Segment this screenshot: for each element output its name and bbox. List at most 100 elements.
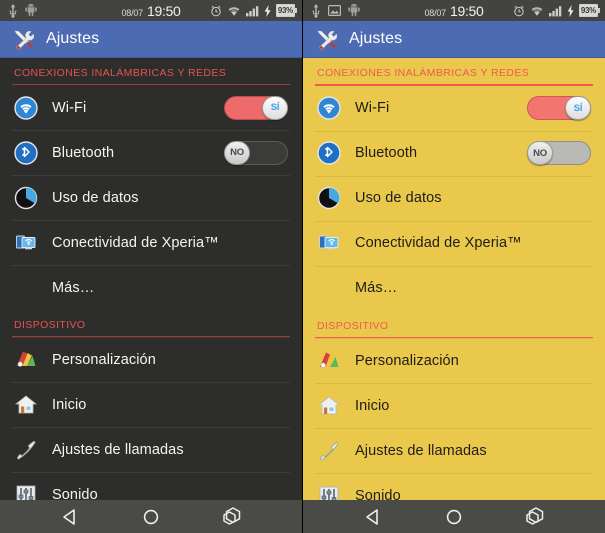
wifi-icon: [227, 5, 241, 17]
charging-bolt-icon: [264, 4, 271, 17]
toggle-thumb: NO: [224, 140, 250, 165]
status-bar-left-icons: [307, 3, 360, 18]
toggle-thumb: SÍ: [565, 96, 591, 120]
alarm-clock-icon: [513, 5, 525, 17]
settings-row-xperia-connectivity[interactable]: Conectividad de Xperia™: [303, 220, 605, 266]
settings-row-label: Wi-Fi: [52, 99, 87, 116]
settings-row-wifi[interactable]: Wi-Fi SÍ: [0, 85, 302, 130]
bluetooth-toggle[interactable]: NO: [224, 140, 288, 165]
data-usage-pie-icon: [14, 186, 38, 210]
status-bar-date: 08/07: [424, 7, 446, 18]
toggle-thumb: NO: [527, 141, 553, 165]
settings-list: CONEXIONES INALÁMBRICAS Y REDES Wi-Fi SÍ…: [303, 58, 605, 533]
back-button[interactable]: [50, 504, 90, 530]
signal-bars-icon: [245, 5, 259, 17]
usb-icon: [311, 3, 321, 18]
title-bar: Ajustes: [0, 21, 302, 58]
signal-bars-icon: [548, 5, 562, 17]
tools-wrench-screwdriver-icon: [12, 28, 35, 51]
panel-divider: [302, 0, 303, 533]
status-bar-date: 08/07: [121, 7, 143, 18]
home-house-icon: [14, 393, 38, 417]
settings-row-bluetooth[interactable]: Bluetooth NO: [303, 130, 605, 176]
settings-row-label: Uso de datos: [52, 189, 139, 206]
recents-button[interactable]: [212, 504, 252, 530]
tools-wrench-screwdriver-icon: [315, 28, 338, 51]
wifi-icon: [14, 95, 38, 120]
data-usage-pie-icon: [317, 186, 341, 210]
wifi-toggle[interactable]: SÍ: [224, 95, 288, 120]
settings-row-call-settings[interactable]: Ajustes de llamadas: [0, 427, 302, 472]
settings-row-label: Inicio: [52, 396, 87, 413]
xperia-connectivity-monitor-icon: [317, 231, 341, 255]
settings-row-call-settings[interactable]: Ajustes de llamadas: [303, 428, 605, 473]
settings-row-label: Conectividad de Xperia™: [355, 235, 522, 251]
status-bar: 08/07 19:50 93%: [0, 0, 302, 21]
section-header-device: DISPOSITIVO: [317, 319, 389, 332]
title-bar: Ajustes: [303, 21, 605, 58]
settings-row-label: Bluetooth: [52, 144, 115, 161]
section-header-wireless: CONEXIONES INALÁMBRICAS Y REDES: [14, 67, 227, 79]
settings-row-label: Más…: [355, 280, 398, 296]
settings-row-bluetooth[interactable]: Bluetooth NO: [0, 130, 302, 175]
settings-row-more[interactable]: Más…: [303, 265, 605, 311]
settings-list: CONEXIONES INALÁMBRICAS Y REDES Wi-Fi SÍ…: [0, 58, 302, 533]
toggle-thumb: SÍ: [262, 95, 288, 120]
settings-row-personalization[interactable]: Personalización: [303, 338, 605, 383]
battery-icon: 93%: [578, 4, 601, 17]
status-bar-time: 19:50: [449, 2, 484, 19]
home-button[interactable]: [434, 504, 474, 530]
settings-row-label: Bluetooth: [355, 145, 418, 161]
bluetooth-toggle[interactable]: NO: [527, 141, 591, 165]
status-bar: 08/07 19:50 93%: [303, 0, 605, 21]
status-bar-time: 19:50: [146, 2, 181, 19]
page-title: Ajustes: [46, 30, 100, 47]
toggle-state-label: SÍ: [573, 102, 583, 114]
settings-row-label: Ajustes de llamadas: [355, 442, 487, 459]
section-header-device: DISPOSITIVO: [14, 319, 86, 331]
settings-row-personalization[interactable]: Personalización: [0, 337, 302, 382]
wifi-icon: [530, 5, 544, 17]
settings-row-home[interactable]: Inicio: [303, 383, 605, 428]
settings-row-home[interactable]: Inicio: [0, 382, 302, 427]
settings-row-data-usage[interactable]: Uso de datos: [0, 175, 302, 220]
wifi-toggle[interactable]: SÍ: [527, 96, 591, 120]
personalization-palette-icon: [14, 348, 38, 372]
usb-icon: [8, 3, 18, 18]
home-button[interactable]: [131, 504, 171, 530]
settings-row-label: Más…: [52, 279, 95, 296]
page-title: Ajustes: [349, 30, 403, 47]
charging-bolt-icon: [567, 4, 574, 17]
status-bar-right-icons: 93%: [513, 4, 601, 17]
navigation-bar: [0, 500, 302, 533]
back-button[interactable]: [353, 504, 393, 530]
settings-row-label: Wi-Fi: [355, 100, 390, 116]
toggle-state-label: SÍ: [270, 102, 280, 113]
settings-row-xperia-connectivity[interactable]: Conectividad de Xperia™: [0, 220, 302, 265]
settings-row-label: Ajustes de llamadas: [52, 441, 184, 458]
settings-row-label: Personalización: [52, 351, 156, 368]
battery-percent-label: 93%: [580, 6, 596, 15]
settings-screen-yellow-theme: 08/07 19:50 93% Ajustes CONEXIONES INALÁ…: [303, 0, 605, 533]
recents-button[interactable]: [515, 504, 555, 530]
status-bar-left-icons: [4, 3, 37, 18]
screenshot-image-icon: [328, 5, 342, 17]
home-house-icon: [317, 394, 341, 418]
wifi-icon: [317, 96, 341, 120]
settings-row-wifi[interactable]: Wi-Fi SÍ: [303, 86, 605, 131]
alarm-clock-icon: [210, 5, 222, 17]
bluetooth-icon: [317, 141, 341, 165]
section-header-wireless: CONEXIONES INALÁMBRICAS Y REDES: [317, 67, 530, 79]
xperia-connectivity-monitor-icon: [14, 231, 38, 255]
settings-row-more[interactable]: Más…: [0, 265, 302, 310]
dual-screenshot-comparison: 08/07 19:50 93% Ajustes CONEXIONES INALÁ…: [0, 0, 605, 533]
settings-row-label: Conectividad de Xperia™: [52, 234, 219, 251]
settings-row-data-usage[interactable]: Uso de datos: [303, 175, 605, 221]
status-bar-right-icons: 93%: [210, 4, 298, 17]
settings-row-label: Personalización: [355, 352, 459, 369]
toggle-state-label: NO: [230, 147, 244, 158]
settings-screen-dark-theme: 08/07 19:50 93% Ajustes CONEXIONES INALÁ…: [0, 0, 302, 533]
phone-handset-icon: [317, 439, 341, 463]
settings-row-label: Uso de datos: [355, 190, 442, 206]
settings-row-label: Inicio: [355, 397, 390, 414]
